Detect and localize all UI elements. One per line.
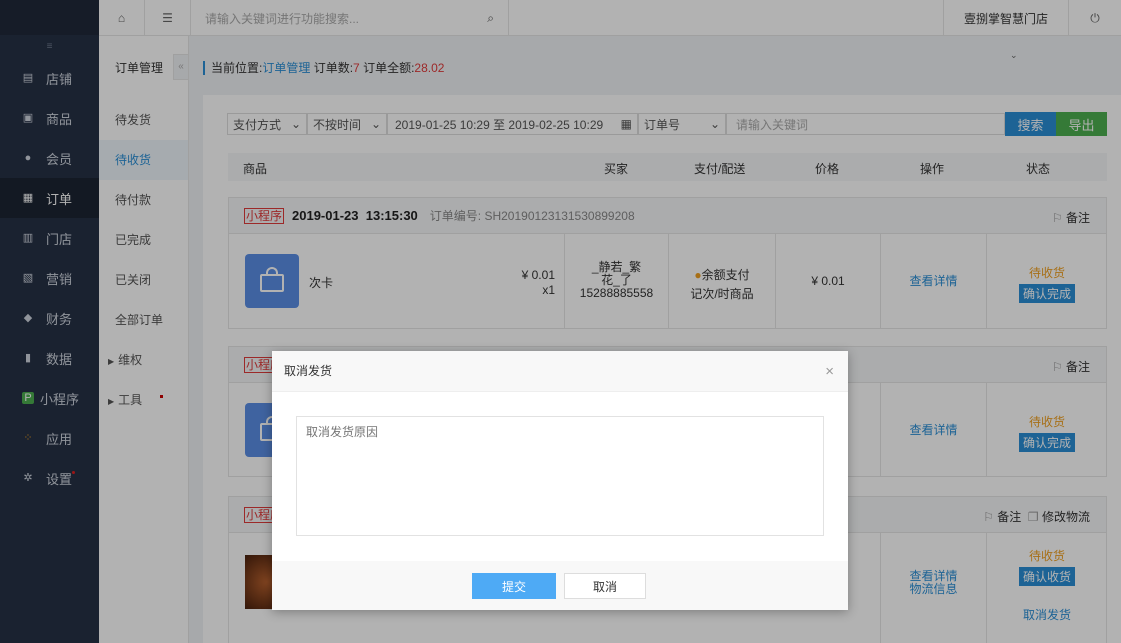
- cancel-button[interactable]: 取消: [564, 573, 646, 599]
- cancel-reason-textarea[interactable]: [296, 416, 824, 536]
- cancel-shipment-dialog: 取消发货 × 提交 取消: [272, 351, 848, 610]
- close-icon[interactable]: ×: [825, 351, 834, 392]
- dialog-header: 取消发货 ×: [272, 351, 848, 392]
- dialog-title: 取消发货: [284, 364, 333, 378]
- dialog-footer: 提交 取消: [272, 561, 848, 610]
- submit-button[interactable]: 提交: [472, 573, 556, 599]
